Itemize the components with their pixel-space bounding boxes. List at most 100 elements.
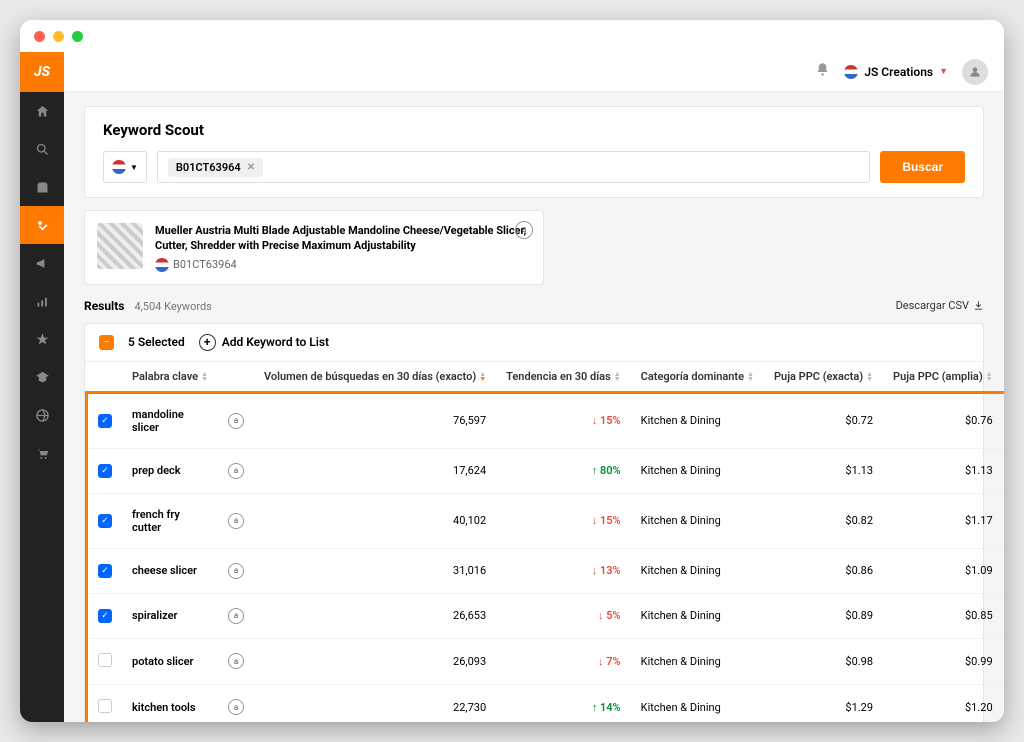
cell-ease: Very Difficult bbox=[1003, 392, 1004, 448]
row-checkbox[interactable]: ✓ bbox=[98, 414, 112, 428]
cell-ppc-exact: $0.82 bbox=[764, 493, 883, 548]
cell-trend: ↓ 15% bbox=[496, 392, 631, 448]
cell-ease: Very Difficult bbox=[1003, 593, 1004, 638]
logo[interactable]: JS bbox=[20, 52, 64, 92]
table-row: potato slicera26,093↓ 7%Kitchen & Dining… bbox=[87, 638, 1005, 684]
cell-volume: 40,102 bbox=[254, 493, 496, 548]
close-dot[interactable] bbox=[34, 31, 45, 42]
cell-keyword: french fry cutter bbox=[122, 493, 218, 548]
flag-icon bbox=[112, 160, 126, 174]
cell-volume: 22,730 bbox=[254, 684, 496, 722]
nav-academy-icon[interactable] bbox=[20, 358, 64, 396]
cell-ease: Very Difficult bbox=[1003, 548, 1004, 593]
chip-close-icon[interactable]: ✕ bbox=[247, 162, 255, 173]
cell-ppc-broad: $1.13 bbox=[883, 448, 1003, 493]
cell-ease: Moderate bbox=[1003, 684, 1004, 722]
amazon-icon[interactable]: a bbox=[228, 513, 244, 529]
amazon-icon[interactable]: a bbox=[228, 413, 244, 429]
cell-ppc-broad: $1.09 bbox=[883, 548, 1003, 593]
table-row: kitchen toolsa22,730↑ 14%Kitchen & Dinin… bbox=[87, 684, 1005, 722]
download-csv-link[interactable]: Descargar CSV bbox=[896, 299, 984, 312]
nav-marketplace-icon[interactable] bbox=[20, 168, 64, 206]
col-category[interactable]: Categoría dominante▲▼ bbox=[631, 362, 764, 393]
row-checkbox[interactable]: ✓ bbox=[98, 564, 112, 578]
nav-megaphone-icon[interactable] bbox=[20, 244, 64, 282]
nav-star-icon[interactable] bbox=[20, 320, 64, 358]
cell-trend: ↓ 15% bbox=[496, 493, 631, 548]
cell-ppc-exact: $0.89 bbox=[764, 593, 883, 638]
add-keyword-button[interactable]: + Add Keyword to List bbox=[199, 334, 329, 351]
table-row: ✓prep decka17,624↑ 80%Kitchen & Dining$1… bbox=[87, 448, 1005, 493]
row-checkbox[interactable] bbox=[98, 699, 112, 713]
cell-ppc-broad: $1.20 bbox=[883, 684, 1003, 722]
cell-category: Kitchen & Dining bbox=[631, 448, 764, 493]
nav-globe-icon[interactable] bbox=[20, 396, 64, 434]
cell-trend: ↓ 13% bbox=[496, 548, 631, 593]
row-checkbox[interactable]: ✓ bbox=[98, 514, 112, 528]
results-count: 4,504 Keywords bbox=[134, 300, 211, 313]
chip-text: B01CT63964 bbox=[176, 161, 241, 174]
col-ppc-exact[interactable]: Puja PPC (exacta)▲▼ bbox=[764, 362, 883, 393]
search-button[interactable]: Buscar bbox=[880, 151, 965, 183]
amazon-icon[interactable]: a bbox=[228, 563, 244, 579]
cell-ppc-exact: $0.72 bbox=[764, 392, 883, 448]
amazon-icon[interactable]: a bbox=[228, 463, 244, 479]
cell-volume: 31,016 bbox=[254, 548, 496, 593]
cell-ppc-exact: $1.29 bbox=[764, 684, 883, 722]
search-chip: B01CT63964 ✕ bbox=[168, 158, 263, 177]
user-menu[interactable]: JS Creations ▼ bbox=[844, 65, 948, 79]
search-input[interactable]: B01CT63964 ✕ bbox=[157, 151, 870, 183]
cell-ppc-broad: $0.76 bbox=[883, 392, 1003, 448]
product-asin: B01CT63964 bbox=[155, 258, 531, 272]
amazon-icon[interactable]: a bbox=[228, 653, 244, 669]
cell-volume: 26,093 bbox=[254, 638, 496, 684]
results-table: − 5 Selected + Add Keyword to List Palab… bbox=[84, 323, 984, 722]
minimize-dot[interactable] bbox=[53, 31, 64, 42]
app-window: JS JS Creations ▼ bbox=[20, 20, 1004, 722]
notifications-icon[interactable] bbox=[815, 62, 830, 81]
nav-analytics-icon[interactable] bbox=[20, 282, 64, 320]
plus-icon: + bbox=[199, 334, 216, 351]
country-selector[interactable]: ▼ bbox=[103, 151, 147, 183]
select-all-checkbox[interactable]: − bbox=[99, 335, 114, 350]
nav-keyword-icon[interactable] bbox=[20, 206, 64, 244]
cell-ppc-exact: $0.86 bbox=[764, 548, 883, 593]
flag-icon bbox=[844, 65, 858, 79]
product-image bbox=[97, 223, 143, 269]
flag-icon bbox=[155, 258, 169, 272]
product-title: Mueller Austria Multi Blade Adjustable M… bbox=[155, 223, 531, 254]
row-checkbox[interactable]: ✓ bbox=[98, 464, 112, 478]
table-row: ✓cheese slicera31,016↓ 13%Kitchen & Dini… bbox=[87, 548, 1005, 593]
col-volume[interactable]: Volumen de búsquedas en 30 días (exacto)… bbox=[254, 362, 496, 393]
cell-keyword: potato slicer bbox=[122, 638, 218, 684]
cell-keyword: prep deck bbox=[122, 448, 218, 493]
table-toolbar: − 5 Selected + Add Keyword to List bbox=[85, 324, 983, 362]
cell-ppc-exact: $1.13 bbox=[764, 448, 883, 493]
cell-ease: Difficult bbox=[1003, 493, 1004, 548]
table-row: ✓french fry cuttera40,102↓ 15%Kitchen & … bbox=[87, 493, 1005, 548]
product-amazon-icon[interactable]: a bbox=[515, 221, 533, 239]
cell-volume: 17,624 bbox=[254, 448, 496, 493]
cell-category: Kitchen & Dining bbox=[631, 548, 764, 593]
cell-keyword: mandoline slicer bbox=[122, 392, 218, 448]
cell-category: Kitchen & Dining bbox=[631, 684, 764, 722]
row-checkbox[interactable]: ✓ bbox=[98, 609, 112, 623]
col-keyword[interactable]: Palabra clave▲▼ bbox=[122, 362, 218, 393]
results-bar: Results 4,504 Keywords Descargar CSV bbox=[84, 299, 984, 313]
col-trend[interactable]: Tendencia en 30 días▲▼ bbox=[496, 362, 631, 393]
nav-search-icon[interactable] bbox=[20, 130, 64, 168]
col-ppc-broad[interactable]: Puja PPC (amplia)▲▼ bbox=[883, 362, 1003, 393]
cell-ppc-exact: $0.98 bbox=[764, 638, 883, 684]
cell-trend: ↓ 5% bbox=[496, 593, 631, 638]
user-name: JS Creations bbox=[864, 65, 933, 79]
nav-cart-icon[interactable] bbox=[20, 434, 64, 472]
col-ease[interactable]: Facilidad de clasificar▲▼ bbox=[1003, 362, 1004, 393]
row-checkbox[interactable] bbox=[98, 653, 112, 667]
amazon-icon[interactable]: a bbox=[228, 608, 244, 624]
maximize-dot[interactable] bbox=[72, 31, 83, 42]
cell-ppc-broad: $0.85 bbox=[883, 593, 1003, 638]
avatar[interactable] bbox=[962, 59, 988, 85]
nav-home-icon[interactable] bbox=[20, 92, 64, 130]
cell-keyword: spiralizer bbox=[122, 593, 218, 638]
amazon-icon[interactable]: a bbox=[228, 699, 244, 715]
